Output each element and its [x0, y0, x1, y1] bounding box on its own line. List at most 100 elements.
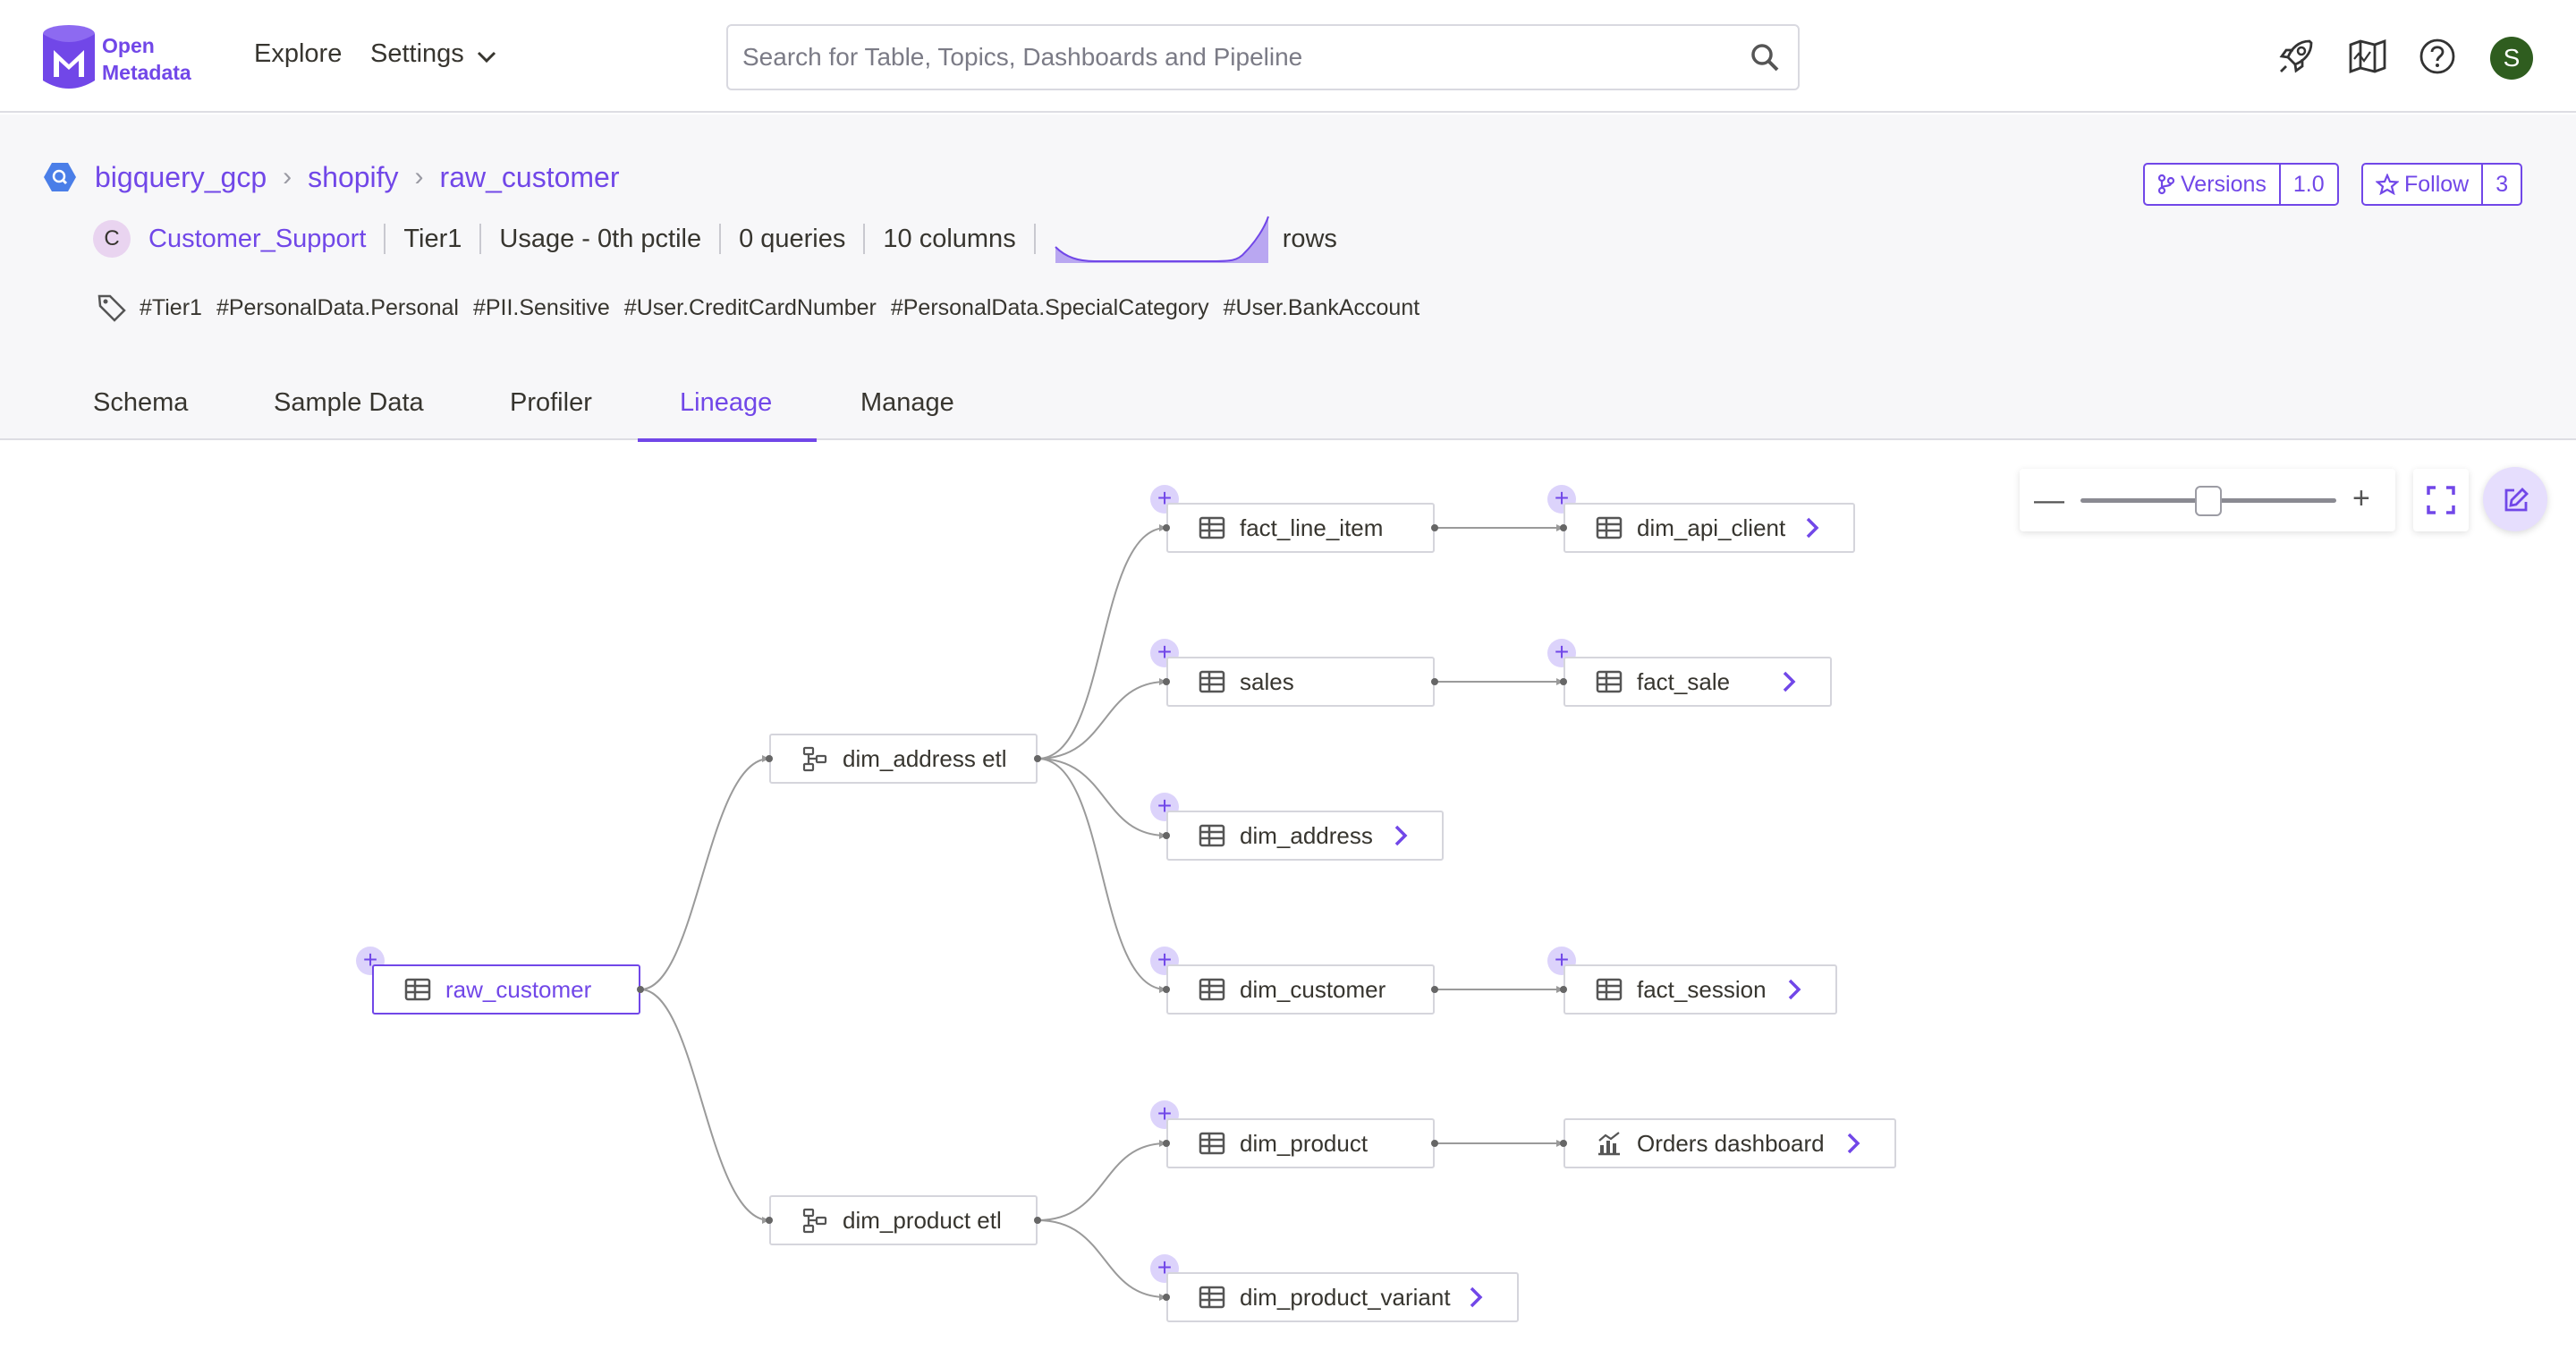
versions-label: Versions	[2181, 171, 2267, 197]
tab-sample-data[interactable]: Sample Data	[274, 388, 424, 436]
lineage-node-fact-session[interactable]: fact_session	[1563, 964, 1837, 1015]
edge	[640, 989, 770, 1221]
node-handle[interactable]	[1163, 678, 1170, 685]
table-icon	[1199, 824, 1225, 847]
lineage-node-dim-product-variant[interactable]: dim_product_variant	[1166, 1272, 1519, 1322]
versions-button[interactable]: Versions 1.0	[2143, 163, 2339, 206]
node-handle[interactable]	[1431, 678, 1438, 685]
entity-header: bigquery_gcp › shopify › raw_customer Ve…	[0, 115, 2576, 442]
entity-tabs: Schema Sample Data Profiler Lineage Mana…	[0, 379, 2576, 442]
zoom-slider-thumb[interactable]	[2195, 486, 2222, 516]
table-icon	[1596, 670, 1623, 693]
map-icon[interactable]	[2347, 36, 2388, 77]
rocket-icon[interactable]	[2275, 36, 2317, 77]
tab-schema[interactable]: Schema	[93, 388, 188, 436]
edge	[640, 758, 770, 990]
tab-manage[interactable]: Manage	[860, 388, 954, 436]
chevron-right-icon[interactable]	[1846, 1132, 1860, 1155]
node-handle[interactable]	[1163, 1294, 1170, 1301]
node-handle[interactable]	[1163, 524, 1170, 531]
lineage-node-dim-address[interactable]: dim_address	[1166, 811, 1444, 861]
bigquery-icon	[44, 163, 76, 191]
breadcrumb-table[interactable]: raw_customer	[440, 161, 620, 194]
search-input[interactable]	[742, 38, 1726, 76]
node-label: fact_line_item	[1240, 514, 1384, 541]
logo-text-open: Open	[102, 34, 155, 57]
node-handle[interactable]	[1034, 755, 1041, 762]
usage-label: Usage - 0th pctile	[499, 224, 702, 253]
openmetadata-logo[interactable]: Open Metadata	[41, 23, 211, 91]
follow-button[interactable]: Follow 3	[2361, 163, 2523, 206]
lineage-node-dim-address-etl[interactable]: dim_address etl	[769, 734, 1038, 784]
node-handle[interactable]	[1431, 1140, 1438, 1147]
node-handle[interactable]	[1560, 524, 1567, 531]
chevron-right-icon[interactable]	[1782, 670, 1796, 693]
node-handle[interactable]	[1431, 986, 1438, 993]
lineage-node-orders-dashboard[interactable]: Orders dashboard	[1563, 1118, 1896, 1168]
node-label: fact_session	[1637, 975, 1767, 1003]
tag[interactable]: #User.CreditCardNumber	[624, 295, 877, 321]
fit-view-button[interactable]	[2413, 469, 2469, 531]
tag[interactable]: #Tier1	[140, 295, 202, 321]
user-avatar[interactable]: S	[2490, 37, 2533, 80]
zoom-slider[interactable]	[2080, 486, 2336, 516]
node-handle[interactable]	[1163, 986, 1170, 993]
lineage-node-raw-customer[interactable]: raw_customer	[372, 964, 640, 1015]
logo-text-metadata: Metadata	[102, 61, 191, 84]
lineage-node-dim-api-client[interactable]: dim_api_client	[1563, 503, 1855, 553]
nav-explore[interactable]: Explore	[254, 39, 342, 69]
node-handle[interactable]	[637, 986, 644, 993]
tag[interactable]: #User.BankAccount	[1224, 295, 1420, 321]
lineage-node-dim-product-etl[interactable]: dim_product etl	[769, 1195, 1038, 1245]
node-handle[interactable]	[1163, 832, 1170, 839]
breadcrumb-database[interactable]: shopify	[308, 161, 398, 194]
node-label: dim_product	[1240, 1129, 1368, 1157]
owner-link[interactable]: Customer_Support	[148, 225, 366, 254]
node-handle[interactable]	[766, 1217, 773, 1224]
chevron-right-icon[interactable]	[1469, 1286, 1483, 1309]
node-handle[interactable]	[1560, 678, 1567, 685]
table-icon	[404, 978, 431, 1001]
fullscreen-icon	[2427, 486, 2455, 514]
search-icon[interactable]	[1750, 42, 1780, 72]
lineage-node-sales[interactable]: sales	[1166, 657, 1435, 707]
tag[interactable]: #PII.Sensitive	[473, 295, 610, 321]
node-handle[interactable]	[1431, 524, 1438, 531]
tag[interactable]: #PersonalData.Personal	[216, 295, 459, 321]
chevron-right-icon[interactable]	[1394, 824, 1408, 847]
zoom-out-button[interactable]: —	[2034, 483, 2064, 518]
edge	[1037, 758, 1167, 836]
branch-icon	[2157, 174, 2175, 195]
node-label: dim_address etl	[843, 744, 1007, 772]
edit-lineage-button[interactable]	[2483, 467, 2547, 531]
help-icon[interactable]	[2417, 36, 2458, 77]
rows-sparkline	[1054, 216, 1269, 263]
lineage-node-fact-line-item[interactable]: fact_line_item	[1166, 503, 1435, 553]
breadcrumb-service[interactable]: bigquery_gcp	[95, 161, 267, 194]
node-handle[interactable]	[1560, 1140, 1567, 1147]
node-handle[interactable]	[1560, 986, 1567, 993]
zoom-in-button[interactable]: +	[2352, 481, 2370, 516]
tier-label: Tier1	[403, 224, 462, 253]
zoom-controls: — +	[2020, 469, 2395, 531]
tag[interactable]: #PersonalData.SpecialCategory	[891, 295, 1209, 321]
node-handle[interactable]	[1034, 1217, 1041, 1224]
nav-settings[interactable]: Settings	[370, 39, 496, 69]
lineage-node-dim-customer[interactable]: dim_customer	[1166, 964, 1435, 1015]
lineage-canvas[interactable]: + raw_customer dim_address etl dim_produ…	[0, 442, 2576, 1367]
entity-meta: C Customer_Support Tier1 Usage - 0th pct…	[93, 216, 1337, 263]
node-handle[interactable]	[766, 755, 773, 762]
table-icon	[1199, 670, 1225, 693]
tab-profiler[interactable]: Profiler	[510, 388, 592, 436]
table-icon	[1199, 1286, 1225, 1309]
tab-lineage[interactable]: Lineage	[680, 388, 772, 436]
followers-count: 3	[2481, 165, 2521, 204]
chevron-right-icon[interactable]	[1787, 978, 1801, 1001]
lineage-node-fact-sale[interactable]: fact_sale	[1563, 657, 1832, 707]
rows-label: rows	[1282, 224, 1337, 253]
columns-label: 10 columns	[883, 224, 1016, 253]
chevron-right-icon[interactable]	[1805, 516, 1819, 539]
lineage-node-dim-product[interactable]: dim_product	[1166, 1118, 1435, 1168]
node-handle[interactable]	[1163, 1140, 1170, 1147]
version-number: 1.0	[2278, 165, 2337, 204]
